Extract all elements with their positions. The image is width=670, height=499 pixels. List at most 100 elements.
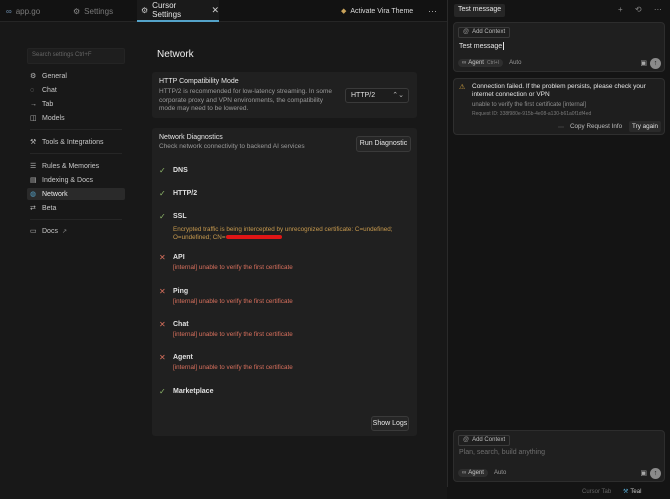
agent-shortcut: Ctrl+I (486, 59, 500, 66)
copy-request-info-button[interactable]: Copy Request Info (570, 123, 622, 130)
theme-icon: ⚒ (623, 489, 629, 495)
chat-tab-title[interactable]: Test message (454, 4, 506, 17)
agent-mode-selector[interactable]: ∞ Agent (458, 468, 488, 477)
nav-item-chat[interactable]: ◌ Chat (27, 84, 125, 96)
theme-icon: ◆ (341, 8, 347, 15)
editor-tab-bar: ∞ app.go ⚙ Settings ⚙ Cursor Settings ✕ … (0, 0, 447, 22)
add-context-label: Add Context (472, 29, 506, 35)
tab-cursor-settings[interactable]: ⚙ Cursor Settings ✕ (137, 0, 219, 22)
book-icon: ▭ (30, 228, 37, 235)
diagnostic-detail: [internal] unable to verify the first ce… (173, 364, 293, 371)
settings-search-input[interactable]: Search settings Ctrl+F (27, 48, 125, 64)
nav-item-tab[interactable]: → Tab (27, 98, 125, 110)
error-detail: unable to verify the first certificate [… (472, 102, 587, 108)
warning-icon: ⚠ (459, 84, 466, 91)
connection-error-box: ⚠ Connection failed. If the problem pers… (453, 78, 665, 135)
chat-header-icons[interactable]: + ⟲ ⋯ (618, 5, 667, 14)
diagnostic-name: Ping (173, 288, 189, 295)
diagnostic-name: Agent (173, 354, 193, 361)
nav-label: Network (42, 190, 68, 198)
ssl-warning-text: Encrypted traffic is being intercepted b… (173, 226, 393, 241)
add-context-button[interactable]: @ Add Context (458, 435, 511, 446)
add-context-label: Add Context (472, 437, 506, 443)
rules-icon: ☰ (30, 163, 37, 170)
x-icon: ✕ (159, 320, 166, 329)
http-compatibility-card: HTTP Compatibility Mode HTTP/2 is recomm… (152, 72, 417, 118)
cursor-tab-status[interactable]: Cursor Tab (582, 489, 611, 495)
nav-label: Tools & Integrations (42, 138, 104, 146)
activate-theme-button[interactable]: ◆ Activate Vira Theme (341, 0, 413, 22)
tab-arrow-icon: → (30, 100, 37, 108)
image-icon[interactable]: ▣ (640, 469, 647, 477)
nav-item-network[interactable]: ◍ Network (27, 188, 125, 200)
nav-item-tools[interactable]: ⚒ Tools & Integrations (27, 136, 125, 148)
tab-label: Cursor Settings (152, 1, 182, 19)
activate-theme-label: Activate Vira Theme (350, 7, 414, 15)
x-icon: ✕ (159, 287, 166, 296)
http-mode-select[interactable]: HTTP/2 ⌃⌄ (345, 88, 409, 103)
agent-mode-row: ∞ Agent Ctrl+I Auto (458, 57, 521, 68)
tab-settings[interactable]: ⚙ Settings (73, 0, 113, 22)
model-auto-selector[interactable]: Auto (494, 470, 506, 476)
gear-icon: ⚙ (141, 5, 149, 15)
add-context-button[interactable]: @ Add Context (458, 27, 511, 38)
diagnostic-name: Marketplace (173, 388, 214, 395)
nav-item-docs[interactable]: ▭ Docs ↗ (27, 225, 125, 237)
http-mode-value: HTTP/2 (351, 92, 376, 99)
nav-item-beta[interactable]: ⇄ Beta (27, 202, 125, 214)
try-again-button[interactable]: Try again (629, 121, 661, 132)
nav-item-models[interactable]: ◫ Models (27, 112, 125, 124)
image-icon[interactable]: ▣ (640, 59, 647, 67)
at-icon: @ (463, 29, 470, 35)
diagnostic-name: SSL (173, 213, 187, 220)
page-title: Network (157, 49, 194, 60)
more-actions-icon[interactable]: ⋯ (428, 0, 437, 22)
composer-input[interactable]: Plan, search, build anything (459, 449, 545, 456)
nav-item-general[interactable]: ⚙ General (27, 70, 125, 82)
x-icon: ✕ (159, 353, 166, 362)
show-logs-button[interactable]: Show Logs (371, 416, 409, 431)
model-auto-selector[interactable]: Auto (509, 60, 521, 66)
settings-pane: Search settings Ctrl+F ⚙ General ◌ Chat … (0, 22, 447, 499)
beta-icon: ⇄ (30, 205, 36, 212)
nav-item-rules[interactable]: ☰ Rules & Memories (27, 160, 125, 172)
request-id: Request ID: 338f980e-915b-4e08-a130-b61a… (472, 111, 592, 117)
check-icon: ✓ (159, 212, 166, 221)
nav-divider (30, 219, 122, 220)
new-message-composer[interactable]: @ Add Context Plan, search, build anythin… (453, 430, 665, 482)
infinity-icon: ∞ (462, 59, 467, 66)
http-mode-description: HTTP/2 is recommended for low-latency st… (159, 88, 333, 112)
agent-label: Agent (468, 469, 484, 476)
at-icon: @ (463, 437, 470, 443)
chat-panel: Test message + ⟲ ⋯ @ Add Context Test mes… (447, 0, 670, 499)
message-composer[interactable]: @ Add Context Test message ∞ Agent Ctrl+I… (453, 22, 665, 72)
chevron-updown-icon: ⌃⌄ (392, 92, 404, 99)
run-diagnostic-button[interactable]: Run Diagnostic (356, 136, 411, 152)
agent-mode-row: ∞ Agent Auto (458, 467, 506, 478)
agent-label: Agent (468, 59, 484, 66)
go-file-icon: ∞ (6, 6, 12, 16)
cube-icon: ◫ (30, 115, 37, 122)
message-input[interactable]: Test message (459, 42, 504, 50)
nav-label: Beta (42, 204, 57, 212)
database-icon: ▤ (30, 177, 37, 184)
infinity-icon: ∞ (462, 469, 467, 476)
send-icon[interactable]: ↑ (650, 468, 661, 479)
gear-icon: ⚙ (30, 73, 37, 80)
more-icon[interactable]: ⋯ (558, 124, 564, 131)
diagnostic-name: Chat (173, 321, 189, 328)
theme-label: Teal (630, 489, 642, 495)
tab-app-go[interactable]: ∞ app.go (6, 0, 40, 22)
diagnostic-name: DNS (173, 167, 188, 174)
nav-divider (30, 129, 122, 130)
theme-status[interactable]: ⚒ Teal (623, 488, 641, 495)
nav-item-indexing[interactable]: ▤ Indexing & Docs (27, 174, 125, 186)
chat-icon: ◌ (30, 86, 35, 94)
agent-mode-selector[interactable]: ∞ Agent Ctrl+I (458, 58, 504, 67)
check-icon: ✓ (159, 387, 166, 396)
nav-label: General (42, 72, 67, 80)
close-icon[interactable]: ✕ (211, 5, 219, 16)
tab-label: Settings (84, 6, 114, 16)
send-icon[interactable]: ↑ (650, 58, 661, 69)
error-title: Connection failed. If the problem persis… (472, 83, 646, 98)
